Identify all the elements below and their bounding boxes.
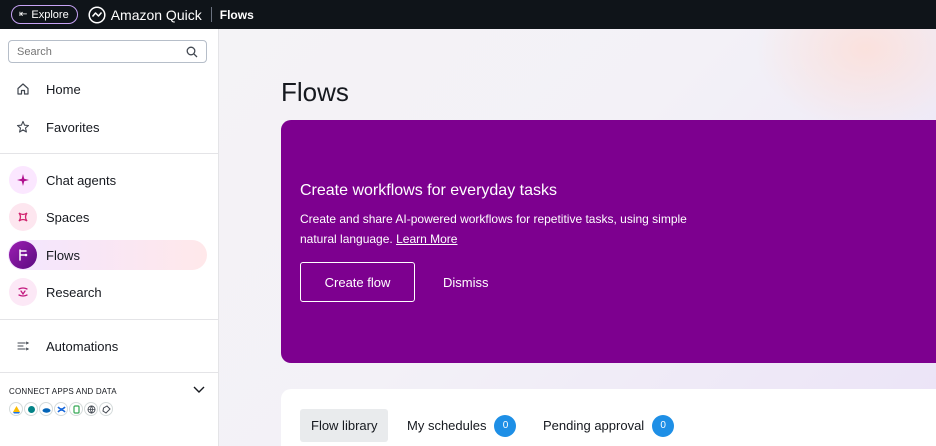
page-title: Flows [281, 77, 349, 107]
sidebar-item-label: Spaces [46, 209, 90, 225]
collapse-left-icon: ⇤ [19, 9, 28, 20]
automations-icon [8, 331, 38, 361]
connected-apps [9, 402, 113, 416]
research-icon-wrap [8, 277, 38, 307]
explore-label: Explore [31, 8, 69, 21]
spaces-icon [9, 203, 37, 231]
research-icon [9, 278, 37, 306]
sidebar-item-label: Home [46, 81, 81, 97]
star-icon [8, 112, 38, 142]
web-icon[interactable] [84, 402, 98, 416]
banner-title: Create workflows for everyday tasks [300, 182, 557, 199]
search-icon[interactable] [186, 46, 198, 58]
create-workflows-banner: Create workflows for everyday tasks Crea… [281, 120, 936, 363]
top-bar: ⇤ Explore Amazon Quick Flows [0, 0, 936, 29]
sidebar-item-label: Favorites [46, 119, 100, 135]
sparkle-icon [9, 166, 37, 194]
tab-label: Flow library [311, 418, 378, 433]
search-input[interactable] [17, 45, 186, 58]
tab-pending-approval[interactable]: Pending approval 0 [543, 409, 675, 442]
flows-icon-wrap [8, 240, 38, 270]
tab-label: Pending approval [543, 418, 645, 433]
tab-label: My schedules [407, 418, 487, 433]
search-box[interactable] [8, 40, 207, 63]
main-content: Flows Create workflows for everyday task… [219, 29, 936, 446]
tab-flow-library[interactable]: Flow library [300, 409, 389, 442]
confluence-icon[interactable] [54, 402, 68, 416]
sidebar: Home Favorites Chat agents Spaces Fl [0, 29, 219, 446]
sidebar-divider [0, 153, 218, 154]
brand[interactable]: Amazon Quick [88, 5, 202, 24]
amazon-quick-logo-icon [88, 5, 106, 24]
divider [210, 7, 212, 22]
sidebar-item-label: Flows [46, 247, 80, 263]
dismiss-button[interactable]: Dismiss [431, 262, 501, 302]
background-glow [756, 29, 936, 129]
sidebar-divider [0, 319, 218, 320]
sidebar-item-chat-agents[interactable]: Chat agents [8, 165, 207, 195]
google-drive-icon[interactable] [9, 402, 23, 416]
sidebar-item-home[interactable]: Home [8, 74, 207, 104]
sidebar-item-favorites[interactable]: Favorites [8, 112, 207, 142]
learn-more-link[interactable]: Learn More [396, 232, 457, 246]
banner-description-text: Create and share AI-powered workflows fo… [300, 212, 687, 246]
onedrive-icon[interactable] [39, 402, 53, 416]
flows-tabs-card: Flow library My schedules 0 Pending appr… [281, 389, 936, 446]
explore-button[interactable]: ⇤ Explore [11, 5, 78, 24]
count-badge: 0 [652, 414, 675, 437]
brand-name: Amazon Quick [110, 6, 202, 23]
flows-icon [9, 241, 37, 269]
sidebar-item-label: Automations [46, 338, 119, 354]
home-icon [8, 74, 38, 104]
tab-my-schedules[interactable]: My schedules 0 [407, 409, 517, 442]
sidebar-item-automations[interactable]: Automations [8, 331, 207, 361]
sidebar-item-label: Research [46, 284, 102, 300]
sharepoint-icon[interactable] [24, 402, 38, 416]
count-badge: 0 [494, 414, 517, 437]
chevron-down-icon[interactable] [192, 382, 206, 396]
connect-apps-title: CONNECT APPS AND DATA [9, 387, 117, 396]
sheet-icon[interactable] [69, 402, 83, 416]
sidebar-item-research[interactable]: Research [8, 277, 207, 307]
spaces-icon-wrap [8, 202, 38, 232]
banner-description: Create and share AI-powered workflows fo… [300, 209, 720, 249]
chat-agents-icon-wrap [8, 165, 38, 195]
sidebar-divider [0, 372, 218, 373]
sidebar-item-label: Chat agents [46, 172, 117, 188]
sidebar-item-flows[interactable]: Flows [8, 240, 207, 270]
sidebar-item-spaces[interactable]: Spaces [8, 202, 207, 232]
create-flow-button[interactable]: Create flow [300, 262, 415, 302]
other-icon[interactable] [99, 402, 113, 416]
breadcrumb-flows[interactable]: Flows [220, 8, 254, 22]
